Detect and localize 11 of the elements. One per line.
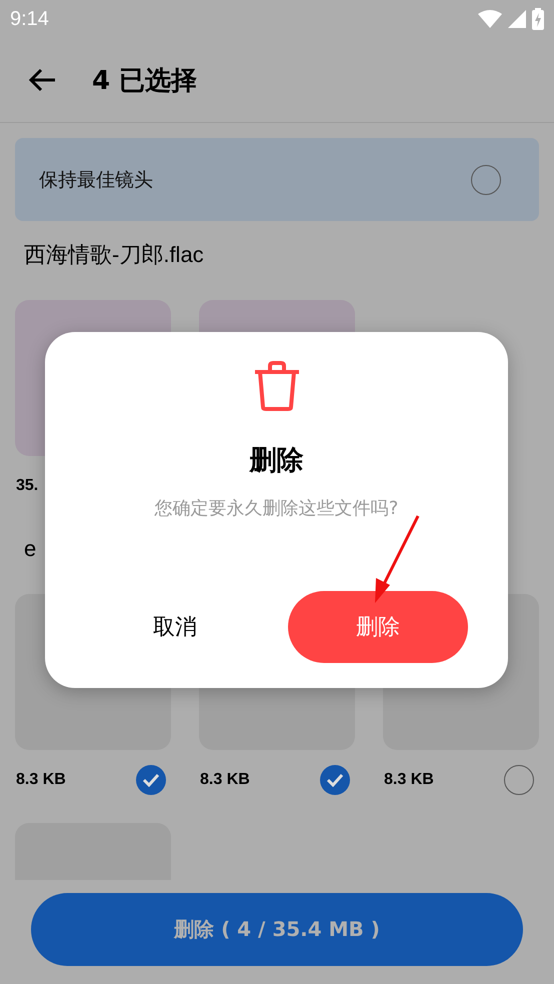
group-name: e	[24, 535, 38, 563]
group-name: 西海情歌-刀郎.flac	[24, 241, 205, 269]
file-size: 8.3 KB	[384, 771, 434, 789]
dialog-message: 您确定要永久删除这些文件吗?	[154, 497, 398, 520]
file-size: 8.3 KB	[200, 771, 250, 789]
file-size: 35.	[16, 477, 38, 495]
status-time: 9:14	[10, 8, 49, 30]
dialog-title: 删除	[250, 444, 304, 478]
selection-title: 4 已选择	[92, 64, 198, 98]
file-size: 8.3 KB	[16, 771, 66, 789]
keep-best-label: 保持最佳镜头	[39, 168, 153, 192]
